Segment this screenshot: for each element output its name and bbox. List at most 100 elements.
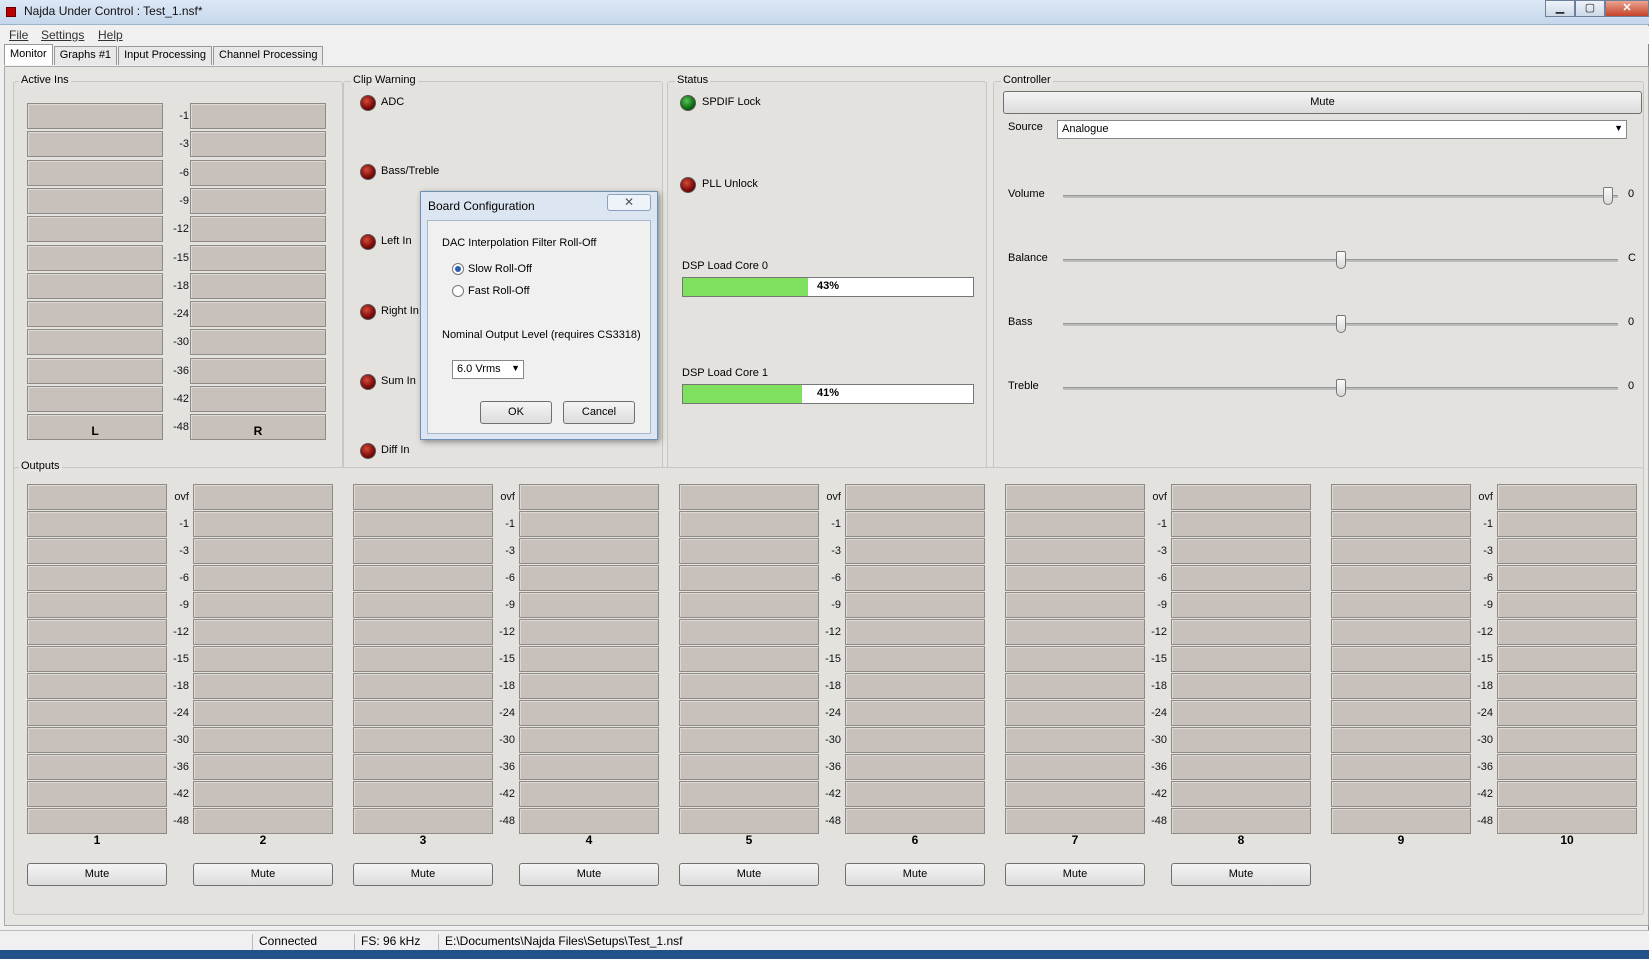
menu-help[interactable]: Help [98,28,123,42]
output-meter-cell-3 [353,646,493,672]
output-tick-label: -18 [1151,680,1167,692]
meter-tick-label: -24 [173,308,189,321]
meter-tick-label: -36 [173,364,189,377]
output-tick-label: -1 [1483,518,1493,530]
menu-file[interactable]: File [9,28,28,42]
dialog-ok-button[interactable]: OK [480,401,552,424]
output-mute-button-2[interactable]: Mute [193,863,333,886]
output-channel-label: 10 [1560,833,1574,847]
output-channel-label: 4 [585,833,593,847]
bass-label: Bass [1008,316,1033,328]
clip-led-label: Left In [381,235,412,247]
output-tick-label: -12 [1477,626,1493,638]
output-mute-button-6[interactable]: Mute [845,863,985,886]
meter-tick-label: -18 [173,279,189,292]
sample-rate-status: FS: 96 kHz [354,934,438,950]
output-meter-cell-1 [27,700,167,726]
output-meter-cell-4 [519,619,659,645]
close-button[interactable]: ✕ [1605,0,1649,17]
minimize-button[interactable]: ▁ [1545,0,1575,17]
output-meter-cell-8 [1171,565,1311,591]
output-meter-cell-7 [1005,619,1145,645]
dialog-cancel-button[interactable]: Cancel [563,401,635,424]
tab-input-processing[interactable]: Input Processing [118,46,212,65]
output-meter-cell-8 [1171,808,1311,834]
pll-unlock-label: PLL Unlock [702,178,758,190]
output-tick-label: -3 [505,545,515,557]
output-mute-button-5[interactable]: Mute [679,863,819,886]
bass-slider-handle[interactable] [1336,315,1346,333]
fast-rolloff-radio[interactable] [452,285,464,297]
output-meter-cell-2 [193,700,333,726]
output-meter-cell-6 [845,592,985,618]
fast-rolloff-label: Fast Roll-Off [468,285,530,297]
volume-slider[interactable] [1063,195,1618,198]
output-tick-label: -6 [1157,572,1167,584]
tab-channel-processing[interactable]: Channel Processing [213,46,324,65]
output-meter-cell-6 [845,484,985,510]
channel-label-l: L [91,424,99,438]
clip-led [360,443,376,459]
output-mute-button-3[interactable]: Mute [353,863,493,886]
output-channel-label: 2 [259,833,267,847]
output-meter-cell-1 [27,646,167,672]
tab-graphs[interactable]: Graphs #1 [53,46,118,65]
output-meter-cell-9 [1331,808,1471,834]
output-tick-label: -36 [173,761,189,773]
output-meter-cell-5 [679,565,819,591]
output-meter-cell-8 [1171,673,1311,699]
output-tick-label: -48 [173,815,189,827]
output-tick-label: ovf [826,491,841,503]
output-meter-cell-10 [1497,511,1637,537]
meter-cell-l [27,329,163,356]
app-icon [6,7,16,17]
output-level-select[interactable]: 6.0 Vrms ▼ [452,360,524,379]
treble-slider-handle[interactable] [1336,379,1346,397]
title-bar: Najda Under Control : Test_1.nsf* ▁ ▢ ✕ [0,0,1649,25]
output-mute-button-7[interactable]: Mute [1005,863,1145,886]
output-tick-label: -48 [1477,815,1493,827]
dialog-close-button[interactable]: ✕ [607,194,651,211]
status-bar: Connected FS: 96 kHz E:\Documents\Najda … [0,930,1649,950]
source-value: Analogue [1062,123,1109,135]
meter-cell-l [27,103,163,129]
output-meter-cell-9 [1331,592,1471,618]
output-mute-button-4[interactable]: Mute [519,863,659,886]
source-select[interactable]: Analogue ▼ [1057,120,1627,139]
controller-mute-button[interactable]: Mute [1003,91,1642,114]
output-channel-label: 9 [1397,833,1405,847]
output-tick-label: -12 [173,626,189,638]
meter-cell-r [190,159,326,186]
meter-cell-l [27,272,163,299]
output-tick-label: -9 [179,599,189,611]
output-meter-cell-3 [353,781,493,807]
maximize-button[interactable]: ▢ [1575,0,1605,17]
treble-label: Treble [1008,380,1039,392]
output-meter-cell-10 [1497,592,1637,618]
output-meter-cell-8 [1171,538,1311,564]
output-meter-cell-6 [845,646,985,672]
output-tick-label: -42 [173,788,189,800]
output-meter-cell-7 [1005,754,1145,780]
dialog-body: DAC Interpolation Filter Roll-Off Slow R… [427,220,651,434]
output-mute-button-1[interactable]: Mute [27,863,167,886]
balance-slider-handle[interactable] [1336,251,1346,269]
output-mute-button-8[interactable]: Mute [1171,863,1311,886]
output-tick-label: -6 [505,572,515,584]
meter-tick-label: -3 [179,138,189,151]
output-tick-label: -12 [1151,626,1167,638]
meter-cell-r [190,301,326,328]
volume-slider-handle[interactable] [1603,187,1613,205]
menu-settings[interactable]: Settings [41,28,84,42]
output-level-heading: Nominal Output Level (requires CS3318) [442,329,641,341]
output-meter-cell-1 [27,484,167,510]
output-tick-label: -3 [179,545,189,557]
output-channel-label: 8 [1237,833,1245,847]
clip-led [360,234,376,250]
tab-monitor[interactable]: Monitor [4,44,53,65]
output-meter-cell-2 [193,754,333,780]
slow-rolloff-radio[interactable] [452,263,464,275]
output-meter-cell-4 [519,646,659,672]
meter-cell-r [190,244,326,271]
output-meter-cell-10 [1497,727,1637,753]
